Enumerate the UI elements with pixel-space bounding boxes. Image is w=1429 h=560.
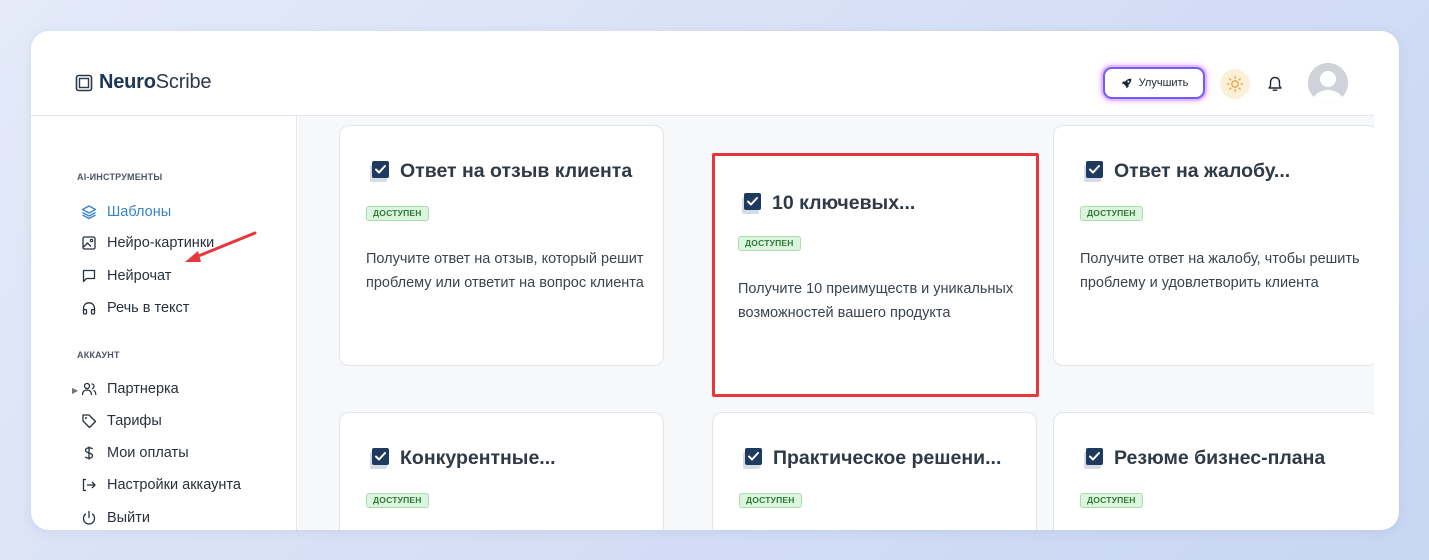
sun-icon <box>1226 75 1244 93</box>
card-title-text: Конкурентные... <box>400 447 556 469</box>
sidebar-item-label: Партнерка <box>107 381 179 397</box>
card-description: Получите 10 преимуществ и уникальных воз… <box>738 281 1014 321</box>
sidebar-item-tariffs[interactable]: Тарифы <box>81 410 162 432</box>
dollar-icon <box>84 446 94 460</box>
status-badge: ДОСТУПЕН <box>366 206 429 221</box>
card-title-text: Ответ на отзыв клиента <box>400 160 633 182</box>
upgrade-button[interactable]: Улучшить <box>1103 67 1205 99</box>
template-card-highlighted[interactable]: 10 ключевых... ДОСТУПЕН Получите 10 преи… <box>712 153 1039 397</box>
expand-caret-icon[interactable]: ▶ <box>72 386 78 395</box>
template-card[interactable]: Ответ на жалобу... ДОСТУПЕН Получите отв… <box>1053 125 1374 366</box>
top-header: NeuroScribe Улучшить <box>31 31 1399 115</box>
avatar[interactable] <box>1308 63 1348 103</box>
sidebar-item-label: Нейрочат <box>107 268 172 284</box>
upgrade-label: Улучшить <box>1138 77 1189 89</box>
status-badge: ДОСТУПЕН <box>1080 493 1143 508</box>
checkbox-icon <box>370 160 389 182</box>
notifications-button[interactable] <box>1264 73 1286 95</box>
card-title: 10 ключевых... <box>742 192 915 215</box>
chat-icon <box>82 269 96 283</box>
sidebar-item-neurochat[interactable]: Нейрочат <box>81 265 171 287</box>
card-description: Получите ответ на отзыв, который решит п… <box>366 251 644 291</box>
app-window: NeuroScribe Улучшить AI-ИНСТРУМЕНТЫ Шабл… <box>31 31 1399 530</box>
checkbox-icon <box>743 447 762 469</box>
checkbox-icon <box>1084 160 1103 182</box>
sidebar-item-label: Тарифы <box>107 413 162 429</box>
sidebar-item-payments[interactable]: Мои оплаты <box>81 442 189 464</box>
tag-icon <box>82 414 97 429</box>
status-badge: ДОСТУПЕН <box>739 493 802 508</box>
bell-icon <box>1268 76 1282 91</box>
sidebar-item-speech-to-text[interactable]: Речь в текст <box>81 297 189 319</box>
template-card[interactable]: Резюме бизнес-плана ДОСТУПЕН <box>1053 412 1374 530</box>
card-title: Ответ на жалобу... <box>1084 160 1290 183</box>
template-card[interactable]: Конкурентные... ДОСТУПЕН <box>339 412 664 530</box>
sidebar-item-label: Настройки аккаунта <box>107 477 241 493</box>
logo[interactable]: NeuroScribe <box>75 71 211 94</box>
status-badge: ДОСТУПЕН <box>1080 206 1143 221</box>
sidebar-item-account-settings[interactable]: Настройки аккаунта <box>81 474 241 496</box>
card-title: Конкурентные... <box>370 447 556 470</box>
template-card[interactable]: Практическое решени... ДОСТУПЕН <box>712 412 1037 530</box>
headphones-icon <box>82 302 96 315</box>
card-title: Ответ на отзыв клиента <box>370 160 632 183</box>
sidebar-item-label: Речь в текст <box>107 300 190 316</box>
users-icon <box>81 382 97 396</box>
checkbox-icon <box>370 447 389 469</box>
logout-arrow-icon <box>82 478 96 492</box>
card-title-text: 10 ключевых... <box>772 192 916 214</box>
checkbox-icon <box>1084 447 1103 469</box>
rocket-icon <box>1121 78 1132 88</box>
card-title: Практическое решени... <box>743 447 1001 470</box>
power-icon <box>82 510 96 525</box>
card-description: Получите ответ на жалобу, чтобы решить п… <box>1080 251 1360 291</box>
sidebar-item-neuro-images[interactable]: Нейро-картинки <box>81 232 214 254</box>
image-icon <box>82 236 96 250</box>
templates-grid: Ответ на отзыв клиента ДОСТУПЕН Получите… <box>298 116 1374 530</box>
status-badge: ДОСТУПЕН <box>366 493 429 508</box>
section-account: АККАУНТ <box>77 350 120 360</box>
user-avatar-icon <box>1308 63 1348 103</box>
logo-icon <box>75 74 93 91</box>
sidebar-item-label: Шаблоны <box>107 204 172 220</box>
sidebar-item-partner[interactable]: Партнерка <box>81 378 179 400</box>
template-card[interactable]: Ответ на отзыв клиента ДОСТУПЕН Получите… <box>339 125 664 366</box>
checkbox-icon <box>742 192 761 214</box>
card-title: Резюме бизнес-плана <box>1084 447 1325 470</box>
card-title-text: Ответ на жалобу... <box>1114 160 1291 182</box>
sidebar-item-label: Выйти <box>107 510 150 526</box>
section-ai-tools: AI-ИНСТРУМЕНТЫ <box>77 172 163 182</box>
sidebar-item-label: Мои оплаты <box>107 445 189 461</box>
logo-text: NeuroScribe <box>99 71 212 93</box>
sidebar-item-logout[interactable]: Выйти <box>81 507 150 529</box>
sidebar-item-templates[interactable]: Шаблоны <box>81 201 171 223</box>
sidebar-item-label: Нейро-картинки <box>107 235 215 251</box>
card-title-text: Резюме бизнес-плана <box>1114 447 1326 469</box>
layers-icon <box>81 205 97 220</box>
card-title-text: Практическое решени... <box>773 447 1002 469</box>
theme-toggle[interactable] <box>1220 69 1250 99</box>
status-badge: ДОСТУПЕН <box>738 236 801 251</box>
sidebar: AI-ИНСТРУМЕНТЫ Шаблоны Нейро-картинки Не… <box>31 116 297 530</box>
